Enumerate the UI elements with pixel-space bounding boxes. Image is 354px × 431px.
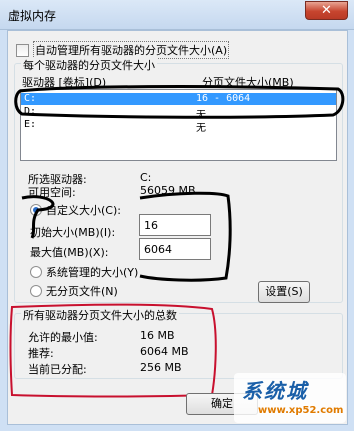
recommended-label: 推荐: xyxy=(28,347,54,360)
size-cell: 16 - 6064 xyxy=(196,93,251,104)
list-item[interactable]: C: 16 - 6064 xyxy=(21,93,336,105)
system-managed-row[interactable]: 系统管理的大小(Y) xyxy=(30,264,138,280)
set-button[interactable]: 设置(S) xyxy=(258,281,310,303)
current-allocated-label: 当前已分配: xyxy=(28,363,87,376)
totals-group-label: 所有驱动器分页文件大小的总数 xyxy=(21,307,179,323)
window-title: 虚拟内存 xyxy=(8,9,57,23)
custom-size-label: 自定义大小(C): xyxy=(46,204,121,217)
min-allowed-value: 16 MB xyxy=(140,329,175,342)
close-icon: ✕ xyxy=(321,3,332,18)
max-size-input[interactable]: 6064 xyxy=(139,238,211,260)
drive-cell: C: xyxy=(24,93,37,104)
set-button-label: 设置(S) xyxy=(265,285,303,298)
current-allocated-value: 256 MB xyxy=(140,361,182,374)
min-allowed-label: 允许的最小值: xyxy=(28,331,98,344)
drive-list[interactable]: C: 16 - 6064 D: 无 E: 无 xyxy=(20,89,337,161)
drive-column-header: 驱动器 [卷标](D) xyxy=(22,76,107,89)
max-size-value: 6064 xyxy=(144,243,172,256)
ok-button-label: 确定 xyxy=(211,397,233,410)
recommended-value: 6064 MB xyxy=(140,345,189,358)
no-paging-radio[interactable] xyxy=(30,285,42,297)
free-space-label: 可用空间: xyxy=(28,186,76,199)
auto-manage-checkbox[interactable] xyxy=(16,43,29,57)
drive-cell: D: xyxy=(24,106,37,117)
system-managed-radio[interactable] xyxy=(30,266,42,278)
list-item[interactable]: D: 无 xyxy=(21,106,336,121)
custom-size-row[interactable]: 自定义大小(C): xyxy=(30,202,121,218)
watermark-logo-text: 系统城 xyxy=(242,379,308,403)
watermark-url: www.xp52.com xyxy=(258,405,344,416)
custom-size-radio[interactable] xyxy=(30,204,42,216)
list-item[interactable]: E: 无 xyxy=(21,119,336,134)
dialog-body: 自动管理所有驱动器的分页文件大小(A) 每个驱动器的分页文件大小 驱动器 [卷标… xyxy=(7,30,348,425)
initial-size-label: 初始大小(MB)(I): xyxy=(30,226,116,239)
title-bar: 虚拟内存 ✕ xyxy=(0,0,354,30)
size-cell: 无 xyxy=(196,123,206,134)
initial-size-input[interactable]: 16 xyxy=(139,214,211,236)
system-managed-label: 系统管理的大小(Y) xyxy=(46,266,139,279)
selected-drive-value: C: xyxy=(140,171,152,184)
watermark: 系统城 www.xp52.com xyxy=(234,373,346,423)
no-paging-row[interactable]: 无分页文件(N) xyxy=(30,283,118,299)
size-column-header: 分页文件大小(MB) xyxy=(202,76,294,89)
free-space-value: 56059 MB xyxy=(140,184,196,197)
close-button[interactable]: ✕ xyxy=(305,1,348,20)
max-size-label: 最大值(MB)(X): xyxy=(30,246,109,259)
drive-cell: E: xyxy=(24,119,37,130)
drives-group-label: 每个驱动器的分页文件大小 xyxy=(21,57,157,73)
no-paging-label: 无分页文件(N) xyxy=(46,285,118,298)
initial-size-value: 16 xyxy=(144,219,158,232)
